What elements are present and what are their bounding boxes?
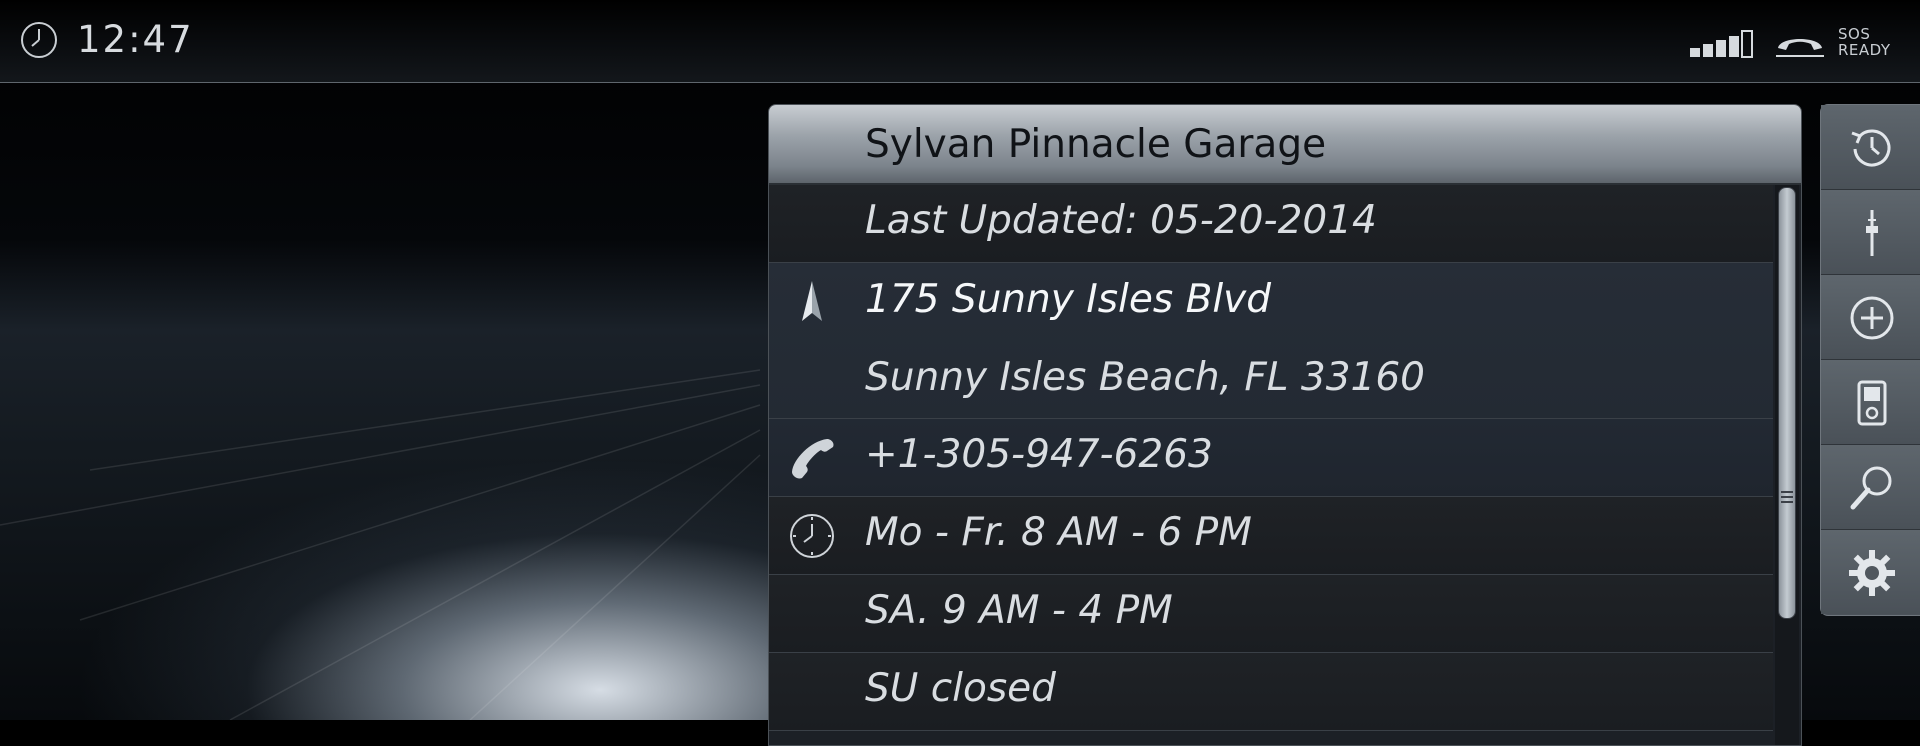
clock-icon (21, 22, 57, 58)
signal-strength-icon (1690, 30, 1753, 58)
device-icon (1857, 380, 1887, 426)
poi-header: Sylvan Pinnacle Garage (769, 105, 1801, 185)
sos-ready-label: READY (1838, 41, 1891, 59)
add-icon (1850, 296, 1894, 340)
hours-sunday-row: SU closed (769, 653, 1773, 731)
hours-saturday-row: SA. 9 AM - 4 PM (769, 575, 1773, 653)
poi-title: Sylvan Pinnacle Garage (865, 122, 1327, 167)
sos-status: SOS READY (1838, 26, 1891, 58)
status-bar: 12:47 SOS READY (0, 0, 1920, 83)
hours-sunday: SU closed (865, 666, 1056, 711)
phone-number: +1-305-947-6263 (865, 432, 1213, 477)
phone-row[interactable]: +1-305-947-6263 (769, 419, 1773, 497)
sos-label: SOS (1838, 25, 1871, 43)
history-button[interactable] (1821, 105, 1920, 190)
phone-handset-icon (1776, 39, 1824, 57)
hours-saturday: SA. 9 AM - 4 PM (865, 588, 1173, 633)
scrollbar-thumb[interactable] (1778, 187, 1796, 619)
poi-detail-panel: Sylvan Pinnacle Garage Last Updated: 05-… (768, 104, 1802, 746)
search-icon (1850, 466, 1892, 510)
scrollbar-grip-icon (1781, 491, 1793, 503)
settings-icon (1849, 550, 1895, 596)
navigation-arrow-icon (802, 281, 822, 321)
hours-weekdays: Mo - Fr. 8 AM - 6 PM (865, 510, 1252, 555)
address-line2: Sunny Isles Beach, FL 33160 (865, 355, 1425, 400)
add-button[interactable] (1821, 275, 1920, 360)
clock-time: 12:47 (77, 18, 194, 61)
clock-icon (790, 514, 834, 558)
tower-button[interactable] (1821, 190, 1920, 275)
history-icon (1851, 129, 1891, 167)
phone-icon (792, 439, 834, 479)
tower-icon (1866, 210, 1878, 256)
device-button[interactable] (1821, 360, 1920, 445)
address-row[interactable]: 175 Sunny Isles Blvd Sunny Isles Beach, … (769, 263, 1773, 419)
side-menu (1820, 104, 1920, 616)
address-line1: 175 Sunny Isles Blvd (865, 277, 1272, 322)
last-updated-text: Last Updated: 05-20-2014 (865, 198, 1377, 243)
search-button[interactable] (1821, 445, 1920, 530)
settings-button[interactable] (1821, 530, 1920, 614)
hours-weekdays-row: Mo - Fr. 8 AM - 6 PM (769, 497, 1773, 575)
last-updated-row: Last Updated: 05-20-2014 (769, 185, 1773, 263)
